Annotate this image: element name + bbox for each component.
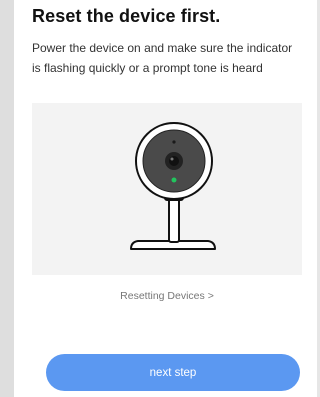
- indicator-light: [171, 177, 177, 183]
- reset-device-screen: Reset the device first. Power the device…: [0, 0, 320, 397]
- next-step-button[interactable]: next step: [46, 354, 300, 391]
- page-title: Reset the device first.: [32, 6, 221, 26]
- security-camera-icon: [130, 122, 216, 250]
- resetting-devices-link[interactable]: Resetting Devices >: [32, 290, 302, 302]
- camera-illustration: [32, 103, 302, 275]
- reset-instruction-text: Power the device on and make sure the in…: [32, 41, 293, 75]
- left-scroll-rail: [0, 0, 14, 397]
